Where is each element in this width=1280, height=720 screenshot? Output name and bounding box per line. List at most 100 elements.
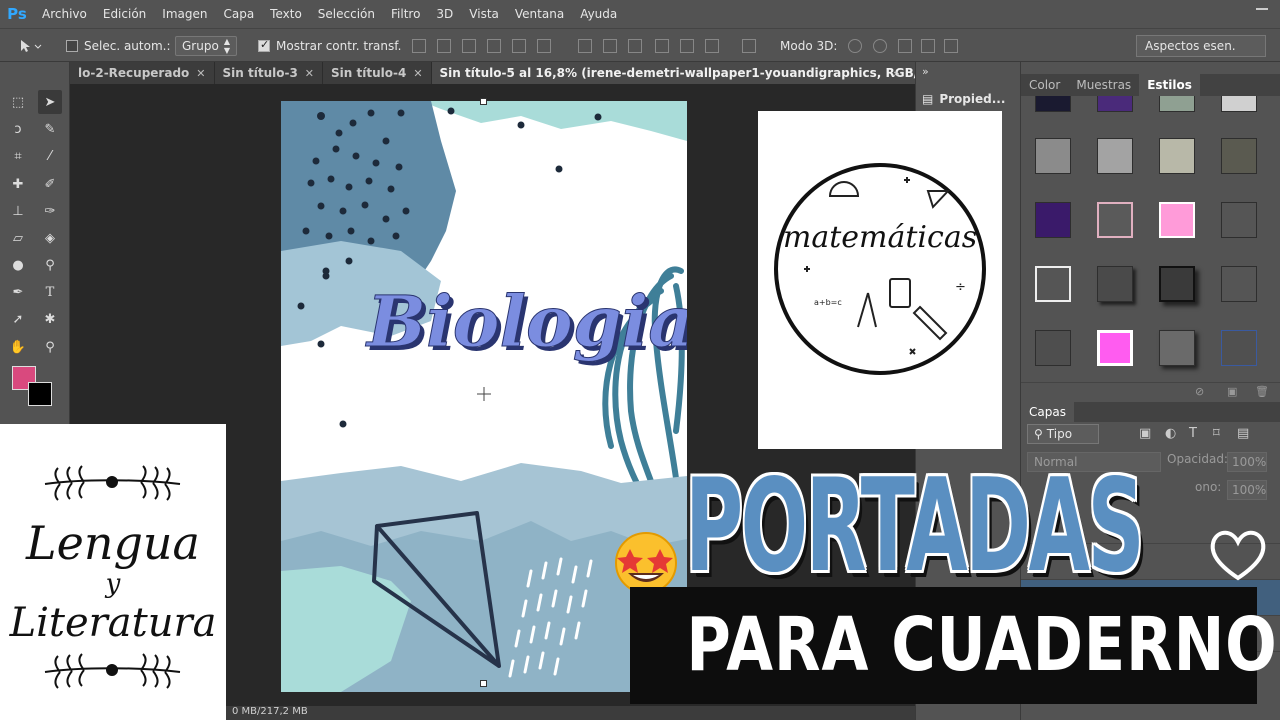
adjustment-filter-icon[interactable]: ◐: [1165, 426, 1176, 441]
pen-tool-icon[interactable]: ✒: [6, 280, 30, 304]
image-filter-icon[interactable]: ▣: [1139, 426, 1151, 441]
tab-estilos[interactable]: Estilos: [1139, 74, 1200, 96]
style-swatch[interactable]: [1035, 202, 1071, 238]
style-swatch[interactable]: [1221, 96, 1257, 112]
align-bottom-icon[interactable]: [462, 39, 476, 53]
opacity-input[interactable]: 100%: [1227, 452, 1267, 472]
blur-tool-icon[interactable]: ●: [6, 253, 30, 277]
auto-select-toggle[interactable]: Selec. autom.:: [66, 29, 171, 63]
align-vcenter-icon[interactable]: [437, 39, 451, 53]
show-transform-toggle[interactable]: Mostrar contr. transf.: [258, 29, 401, 63]
custom-shape-icon[interactable]: ✱: [38, 307, 62, 331]
close-icon[interactable]: ✕: [305, 67, 314, 80]
type-filter-icon[interactable]: T: [1189, 426, 1197, 441]
align-right-icon[interactable]: [537, 39, 551, 53]
style-swatch[interactable]: [1097, 202, 1133, 238]
minimize-icon[interactable]: [1256, 8, 1268, 10]
style-swatch[interactable]: [1221, 138, 1257, 174]
collapse-icon[interactable]: »: [922, 65, 929, 78]
quick-selection-icon[interactable]: ✎: [38, 117, 62, 141]
style-swatch[interactable]: [1221, 266, 1257, 302]
style-swatch[interactable]: [1159, 138, 1195, 174]
align-hcenter-icon[interactable]: [512, 39, 526, 53]
fill-input[interactable]: 100%: [1227, 480, 1267, 500]
tab-capas[interactable]: Capas: [1021, 402, 1074, 422]
close-icon[interactable]: ✕: [413, 67, 422, 80]
transform-handle-bottom[interactable]: [480, 680, 487, 687]
style-swatch[interactable]: [1159, 330, 1195, 366]
tab-sin-titulo-4[interactable]: Sin título-4 ✕: [323, 62, 432, 84]
tab-recuperado[interactable]: lo-2-Recuperado ✕: [70, 62, 215, 84]
tab-sin-titulo-5[interactable]: Sin título-5 al 16,8% (irene-demetri-wal…: [431, 62, 968, 84]
distribute-bottom-icon[interactable]: [628, 39, 642, 53]
auto-select-dropdown[interactable]: Grupo ▲ ▼: [175, 36, 237, 56]
menu-imagen[interactable]: Imagen: [154, 7, 215, 21]
style-swatch[interactable]: [1035, 330, 1071, 366]
marquee-tool-icon[interactable]: ⬚: [6, 90, 30, 114]
align-top-icon[interactable]: [412, 39, 426, 53]
distribute-right-icon[interactable]: [705, 39, 719, 53]
style-swatch[interactable]: [1097, 96, 1133, 112]
distribute-vcenter-icon[interactable]: [603, 39, 617, 53]
zoom-tool-icon[interactable]: ⚲: [38, 335, 62, 359]
style-swatch[interactable]: [1035, 96, 1071, 112]
style-swatch[interactable]: [1159, 202, 1195, 238]
trash-icon[interactable]: 🗑: [1255, 385, 1269, 398]
workspace-selector[interactable]: Aspectos esen.: [1136, 35, 1266, 57]
shape-filter-icon[interactable]: ⌑: [1213, 426, 1220, 441]
document-canvas[interactable]: Biologia Biologia: [281, 101, 687, 692]
properties-panel-button[interactable]: ▤ Propied...: [922, 86, 1018, 112]
lasso-tool-icon[interactable]: ↄ: [6, 117, 30, 141]
healing-brush-icon[interactable]: ✚: [6, 172, 30, 196]
clone-stamp-icon[interactable]: ⊥: [6, 199, 30, 223]
menu-ventana[interactable]: Ventana: [507, 7, 572, 21]
distribute-left-icon[interactable]: [655, 39, 669, 53]
3d-slide-icon[interactable]: [921, 39, 935, 53]
transform-handle-top[interactable]: [480, 98, 487, 105]
tabs-overflow-icon[interactable]: »: [893, 62, 913, 84]
type-tool-icon[interactable]: T: [38, 280, 62, 304]
style-swatch[interactable]: [1097, 138, 1133, 174]
align-left-icon[interactable]: [487, 39, 501, 53]
crop-tool-icon[interactable]: ⌗: [6, 144, 30, 168]
hand-tool-icon[interactable]: ✋: [6, 335, 30, 359]
move-tool-icon[interactable]: ➤: [38, 90, 62, 114]
style-swatch[interactable]: [1221, 330, 1257, 366]
style-swatch[interactable]: [1097, 266, 1133, 302]
path-selection-icon[interactable]: ➚: [6, 307, 30, 331]
auto-align-icon[interactable]: [742, 39, 756, 53]
style-swatch[interactable]: [1035, 138, 1071, 174]
move-tool-icon[interactable]: [18, 29, 44, 63]
style-swatch[interactable]: [1159, 96, 1195, 112]
auto-select-checkbox[interactable]: [66, 40, 78, 52]
distribute-hcenter-icon[interactable]: [680, 39, 694, 53]
layer-kind-filter[interactable]: ⚲ Tipo: [1027, 424, 1099, 444]
distribute-top-icon[interactable]: [578, 39, 592, 53]
show-transform-checkbox[interactable]: [258, 38, 270, 52]
clear-style-icon[interactable]: ⊘: [1195, 385, 1204, 398]
new-style-icon[interactable]: ▣: [1227, 385, 1237, 398]
dodge-tool-icon[interactable]: ⚲: [38, 253, 62, 277]
eyedropper-icon[interactable]: ⁄: [38, 144, 62, 168]
history-brush-icon[interactable]: ✑: [38, 199, 62, 223]
menu-3d[interactable]: 3D: [428, 7, 461, 21]
smart-object-filter-icon[interactable]: ▤: [1237, 426, 1249, 441]
menu-vista[interactable]: Vista: [461, 7, 507, 21]
background-color-swatch[interactable]: [28, 382, 52, 406]
eraser-tool-icon[interactable]: ▱: [6, 226, 30, 250]
style-swatch[interactable]: [1035, 266, 1071, 302]
3d-scale-icon[interactable]: [944, 39, 958, 53]
menu-ayuda[interactable]: Ayuda: [572, 7, 625, 21]
3d-roll-icon[interactable]: [873, 39, 887, 53]
menu-texto[interactable]: Texto: [262, 7, 310, 21]
close-icon[interactable]: ✕: [196, 67, 205, 80]
menu-archivo[interactable]: Archivo: [34, 7, 95, 21]
brush-tool-icon[interactable]: ✐: [38, 172, 62, 196]
style-swatch[interactable]: [1097, 330, 1133, 366]
menu-seleccion[interactable]: Selección: [310, 7, 383, 21]
tab-sin-titulo-3[interactable]: Sin título-3 ✕: [215, 62, 324, 84]
3d-rotate-icon[interactable]: [848, 39, 862, 53]
tab-color[interactable]: Color: [1021, 74, 1068, 96]
menu-filtro[interactable]: Filtro: [383, 7, 428, 21]
style-swatch[interactable]: [1221, 202, 1257, 238]
